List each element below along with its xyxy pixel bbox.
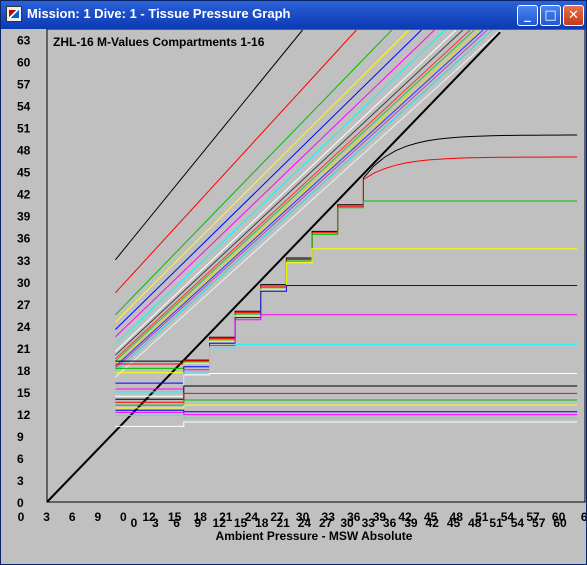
x-tick-label-offset: 42 (426, 516, 440, 530)
x-tick-label-offset: 36 (383, 516, 397, 530)
y-tick-label: 9 (17, 430, 24, 444)
y-tick-label: 33 (17, 254, 31, 268)
y-tick-label: 63 (17, 34, 31, 48)
x-tick-label-offset: 54 (511, 516, 525, 530)
title-bar[interactable]: Mission: 1 Dive: 1 - Tissue Pressure Gra… (1, 1, 586, 29)
y-tick-label: 27 (17, 298, 31, 312)
x-tick-label-offset: 57 (532, 516, 546, 530)
chart-area: 0 3 6 9 12 15 18 21 24 27 30 33 36 39 42 45 48 51 54 57 60 63… (1, 29, 586, 564)
close-button[interactable]: ✕ (563, 5, 584, 26)
plot-frame (46, 29, 586, 503)
y-tick-label: 39 (17, 210, 31, 224)
x-tick-label: 0 (18, 510, 25, 524)
y-tick-label: 30 (17, 276, 31, 290)
x-tick-label-offset: 0 (131, 516, 138, 530)
y-tick-label: 24 (17, 320, 31, 334)
x-tick-label: 0 (120, 510, 127, 524)
x-tick-label-offset: 60 (553, 516, 567, 530)
y-tick-label: 54 (17, 100, 31, 114)
y-tick-label: 36 (17, 232, 31, 246)
y-tick-label: 12 (17, 408, 31, 422)
y-tick-label: 0 (17, 496, 24, 510)
window-title: Mission: 1 Dive: 1 - Tissue Pressure Gra… (27, 6, 291, 21)
minimize-button[interactable]: _ (517, 5, 538, 26)
maximize-button[interactable]: □ (540, 5, 561, 26)
y-tick-label: 42 (17, 188, 31, 202)
x-tick-label-offset: 27 (319, 516, 333, 530)
tissue-pressure-window: Mission: 1 Dive: 1 - Tissue Pressure Gra… (0, 0, 587, 565)
y-tick-label: 21 (17, 342, 31, 356)
x-tick-label-offset: 45 (447, 516, 461, 530)
x-tick-label-offset: 39 (404, 516, 418, 530)
x-tick-label-offset: 24 (298, 516, 312, 530)
y-tick-label: 6 (17, 452, 24, 466)
x-tick-label-offset: 48 (468, 516, 482, 530)
y-tick-label: 3 (17, 474, 24, 488)
x-tick-label-offset: 12 (213, 516, 227, 530)
chart-title: ZHL-16 M-Values Compartments 1-16 (53, 35, 265, 49)
x-tick-label: 6 (581, 510, 586, 524)
x-tick-label-offset: 21 (276, 516, 290, 530)
y-tick-label: 48 (17, 144, 31, 158)
x-tick-label-offset: 18 (255, 516, 269, 530)
y-tick-label: 57 (17, 78, 31, 92)
app-icon[interactable] (6, 6, 22, 22)
x-tick-label-offset: 9 (195, 516, 202, 530)
y-tick-label: 51 (17, 122, 31, 136)
x-tick-label-offset: 30 (340, 516, 354, 530)
y-tick-label: 15 (17, 386, 31, 400)
x-tick-label: 6 (69, 510, 76, 524)
y-tick-label: 60 (17, 56, 31, 70)
y-tick-label: 45 (17, 166, 31, 180)
tissue-pressure-chart: 0369121518212427303336394245485154576063… (17, 29, 586, 543)
x-tick-label-offset: 33 (362, 516, 376, 530)
x-tick-label: 3 (43, 510, 50, 524)
x-tick-label-offset: 3 (152, 516, 159, 530)
y-tick-label: 18 (17, 364, 31, 378)
x-tick-label-offset: 51 (489, 516, 503, 530)
x-tick-label: 9 (94, 510, 101, 524)
x-axis-label: Ambient Pressure - MSW Absolute (216, 529, 413, 543)
x-tick-label-offset: 15 (234, 516, 248, 530)
x-tick-label-offset: 6 (173, 516, 180, 530)
